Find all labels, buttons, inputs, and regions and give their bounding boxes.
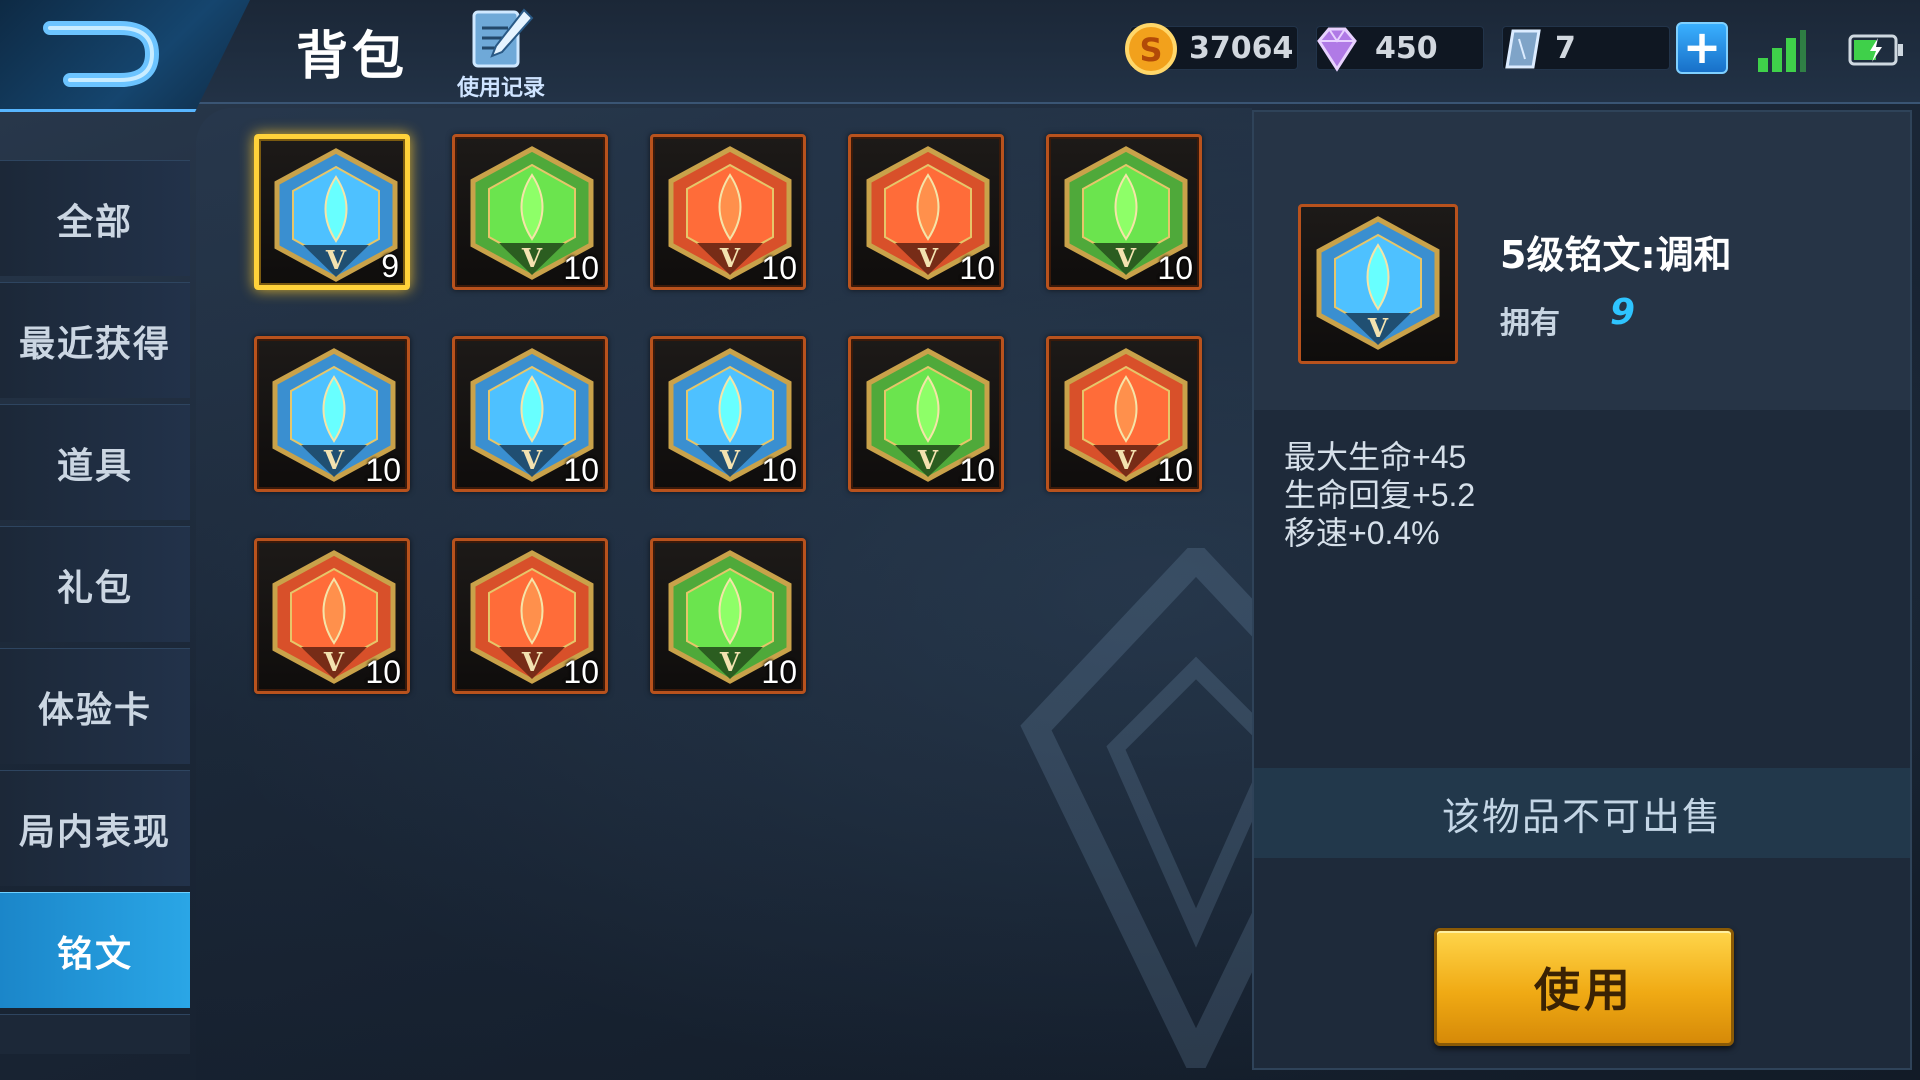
inscription-count: 10 xyxy=(761,452,797,488)
sidebar-item-label: 全部 xyxy=(56,201,133,243)
svg-text:V: V xyxy=(521,446,543,476)
svg-text:V: V xyxy=(1115,446,1137,476)
sidebar-item-label: 道具 xyxy=(56,445,133,487)
signal-icon xyxy=(1758,30,1806,72)
sidebar-item-recent[interactable]: 最近获得 xyxy=(0,282,190,398)
sidebar-item-props[interactable]: 道具 xyxy=(0,404,190,520)
voucher-value: 7 xyxy=(1555,31,1576,66)
inscription-slot[interactable]: V 10 xyxy=(650,336,806,492)
sidebar-item-label: 体验卡 xyxy=(37,689,152,731)
svg-text:V: V xyxy=(917,446,939,476)
sidebar-item-label: 局内表现 xyxy=(18,811,171,853)
stat-line: 生命回复+5.2 xyxy=(1284,477,1476,513)
inscription-slot[interactable]: V 10 xyxy=(254,538,410,694)
owned-count: 9 xyxy=(1610,292,1636,333)
back-button[interactable] xyxy=(0,0,250,112)
inscription-slot[interactable]: V 10 xyxy=(848,134,1004,290)
inscription-count: 10 xyxy=(563,250,599,286)
svg-text:V: V xyxy=(917,244,939,274)
top-bar: 背包 使用记录 S 37064 450 7 + xyxy=(0,0,1920,112)
stat-line: 移速+0.4% xyxy=(1284,515,1440,551)
detail-item-icon: V xyxy=(1298,204,1458,364)
use-button-label: 使用 xyxy=(1534,963,1634,1017)
diamond-value: 450 xyxy=(1375,31,1438,66)
sidebar-item-trial-cards[interactable]: 体验卡 xyxy=(0,648,190,764)
inscription-count: 10 xyxy=(959,250,995,286)
svg-text:V: V xyxy=(719,446,741,476)
svg-text:V: V xyxy=(1367,314,1389,344)
svg-text:V: V xyxy=(521,244,543,274)
use-button[interactable]: 使用 xyxy=(1434,928,1734,1046)
inscription-count: 10 xyxy=(365,452,401,488)
inscription-slot[interactable]: V 10 xyxy=(452,336,608,492)
usage-history-button[interactable]: 使用记录 xyxy=(446,6,556,101)
sidebar-scroll-edge xyxy=(0,1014,190,1054)
sidebar-item-gift-packs[interactable]: 礼包 xyxy=(0,526,190,642)
inscription-count: 10 xyxy=(959,452,995,488)
not-sellable-notice: 该物品不可出售 xyxy=(1254,768,1910,858)
inscription-count: 10 xyxy=(1157,250,1193,286)
item-name: 5级铭文:调和 xyxy=(1500,233,1732,277)
sidebar-item-label: 礼包 xyxy=(56,567,133,609)
sidebar-item-label: 铭文 xyxy=(56,933,133,975)
inscription-slot[interactable]: V 10 xyxy=(254,336,410,492)
sidebar-item-all[interactable]: 全部 xyxy=(0,160,190,276)
battery-icon xyxy=(1848,34,1903,66)
gold-coin-counter: S 37064 xyxy=(1125,23,1298,75)
inscription-slot[interactable]: V 10 xyxy=(650,538,806,694)
diamond-icon xyxy=(1317,27,1357,72)
svg-text:V: V xyxy=(521,648,543,678)
detail-header: V 5级铭文:调和 拥有 9 xyxy=(1254,112,1910,410)
svg-text:V: V xyxy=(325,246,347,276)
inscription-count: 10 xyxy=(761,654,797,690)
stat-line: 最大生命+45 xyxy=(1284,439,1467,475)
notebook-pen-icon xyxy=(472,8,534,68)
gold-coin-icon: S xyxy=(1125,23,1177,75)
page-title: 背包 xyxy=(296,27,409,87)
add-currency-button[interactable]: + xyxy=(1676,22,1728,74)
inscription-slot[interactable]: V 10 xyxy=(1046,134,1202,290)
inscription-count: 10 xyxy=(563,654,599,690)
sidebar-item-inscriptions[interactable]: 铭文 xyxy=(0,892,190,1008)
gold-coin-value: 37064 xyxy=(1189,31,1294,66)
inscription-slot[interactable]: V 10 xyxy=(452,538,608,694)
voucher-counter: 7 xyxy=(1502,26,1670,70)
inscription-slot[interactable]: V 10 xyxy=(650,134,806,290)
inscription-count: 10 xyxy=(761,250,797,286)
inscription-count: 10 xyxy=(563,452,599,488)
inscription-slot[interactable]: V9 xyxy=(254,134,410,290)
crystal-icon xyxy=(1505,29,1541,69)
owned-label: 拥有 xyxy=(1500,306,1560,341)
item-stats: 最大生命+45 生命回复+5.2 移速+0.4% xyxy=(1284,438,1475,552)
inscription-count: 9 xyxy=(381,248,399,284)
sidebar-item-label: 最近获得 xyxy=(18,323,171,365)
sidebar-item-in-game-performance[interactable]: 局内表现 xyxy=(0,770,190,886)
plus-icon: + xyxy=(1682,20,1722,74)
category-sidebar: 全部 最近获得 道具 礼包 体验卡 局内表现 铭文 xyxy=(0,160,190,1054)
inscription-slot[interactable]: V 10 xyxy=(452,134,608,290)
diamond-counter: 450 xyxy=(1316,26,1484,72)
svg-text:V: V xyxy=(719,648,741,678)
svg-text:S: S xyxy=(1139,31,1162,69)
inscription-slot[interactable]: V 10 xyxy=(1046,336,1202,492)
inscription-count: 10 xyxy=(365,654,401,690)
item-detail-panel: V 5级铭文:调和 拥有 9 最大生命+45 生命回复+5.2 移速+0.4% … xyxy=(1252,110,1912,1070)
svg-text:V: V xyxy=(719,244,741,274)
svg-text:V: V xyxy=(1115,244,1137,274)
usage-history-label: 使用记录 xyxy=(456,76,545,101)
inscription-slot[interactable]: V 10 xyxy=(848,336,1004,492)
blue-teardrop-icon: V xyxy=(1316,216,1440,350)
svg-text:V: V xyxy=(323,446,345,476)
back-arrow-icon xyxy=(43,21,160,87)
svg-text:V: V xyxy=(323,648,345,678)
inscription-count: 10 xyxy=(1157,452,1193,488)
